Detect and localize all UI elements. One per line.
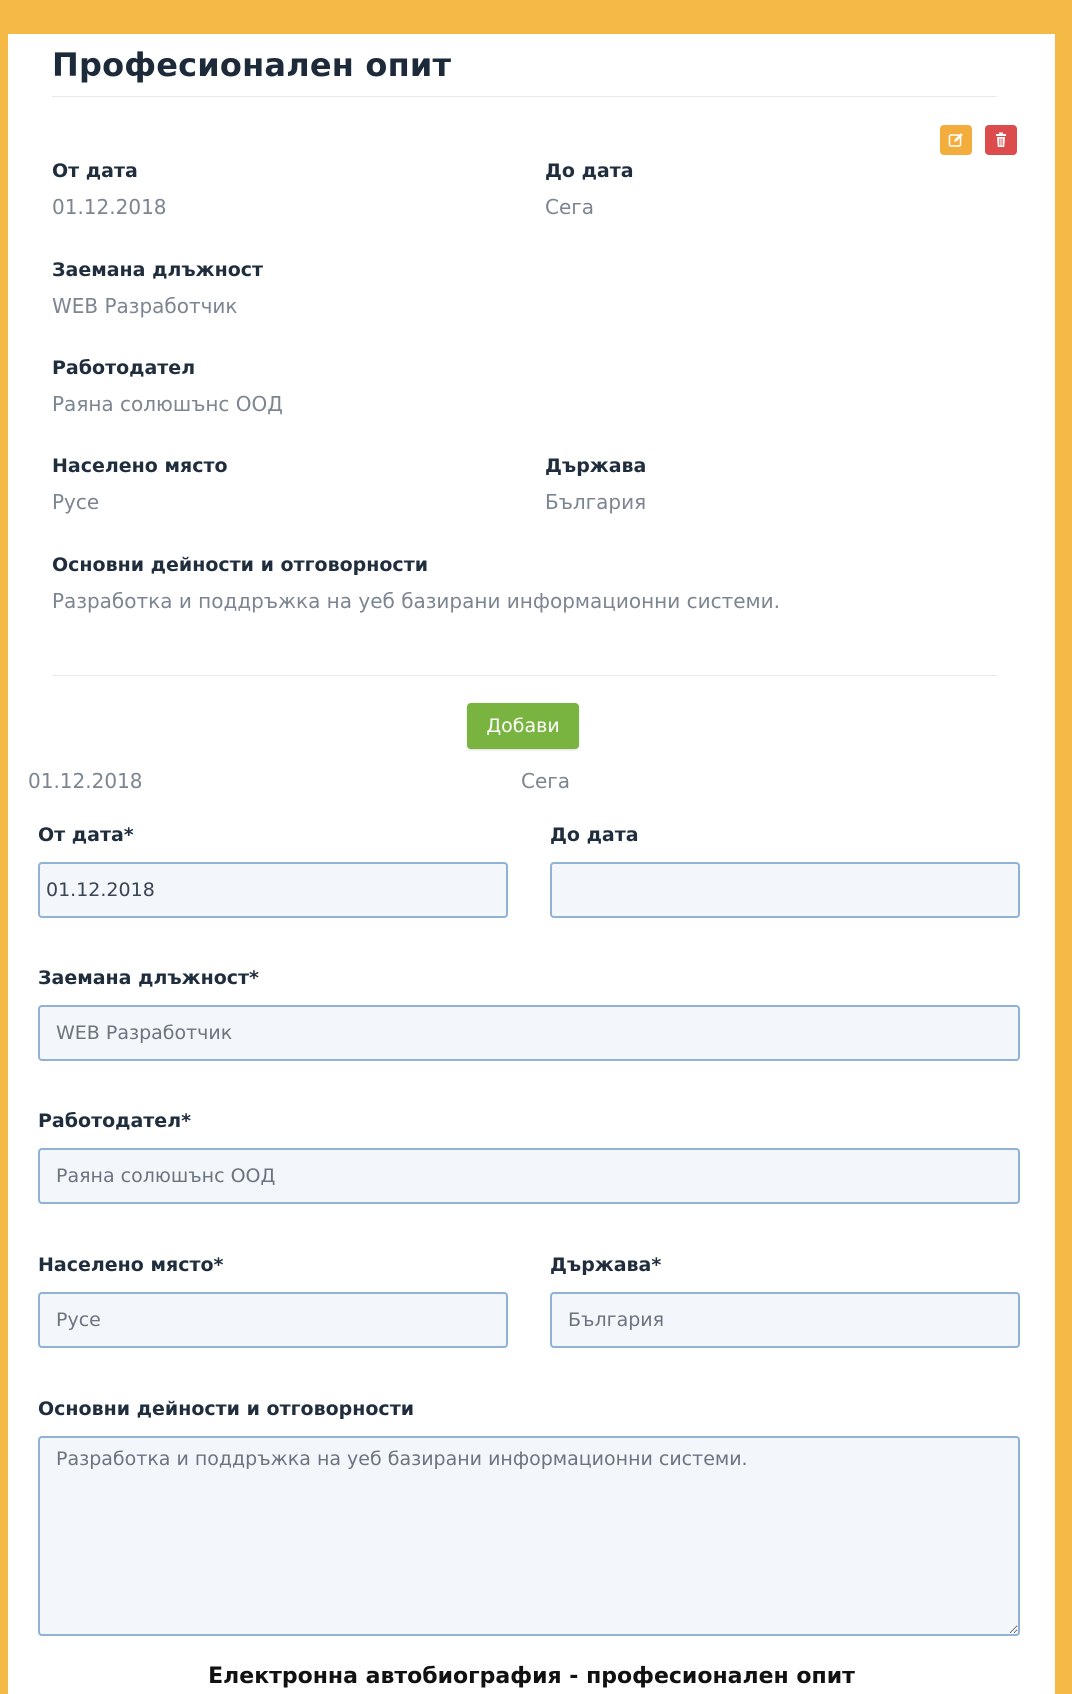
city-input[interactable] [38, 1292, 508, 1348]
from-date-label: От дата [52, 160, 138, 182]
form-city-label: Населено място* [38, 1254, 224, 1276]
employer-input[interactable] [38, 1148, 1020, 1204]
to-date-input[interactable] [550, 862, 1020, 918]
duties-value: Разработка и поддръжка на уеб базирани и… [52, 589, 780, 613]
from-date-input[interactable] [38, 862, 508, 918]
edit-button[interactable] [940, 125, 972, 155]
duties-label: Основни дейности и отговорности [52, 554, 429, 576]
to-date-label: До дата [545, 160, 634, 182]
employer-label: Работодател [52, 357, 196, 379]
position-input[interactable] [38, 1005, 1020, 1061]
preview-from-date: 01.12.2018 [28, 769, 143, 793]
from-date-value: 01.12.2018 [52, 195, 167, 219]
form-duties-label: Основни дейности и отговорности [38, 1398, 415, 1420]
title-divider [52, 96, 997, 97]
form-to-date-label: До дата [550, 824, 639, 846]
form-employer-label: Работодател* [38, 1110, 192, 1132]
position-value: WEB Разработчик [52, 294, 238, 318]
figure-caption: Електронна автобиография - професионален… [208, 1664, 855, 1689]
to-date-value: Сега [545, 195, 595, 219]
country-label: Държава [545, 455, 647, 477]
add-button[interactable]: Добави [467, 703, 579, 749]
city-value: Русе [52, 490, 100, 514]
record-divider [52, 675, 997, 676]
country-input[interactable] [550, 1292, 1020, 1348]
form-from-date-label: От дата* [38, 824, 134, 846]
form-position-label: Заемана длъжност* [38, 967, 259, 989]
duties-textarea[interactable]: Разработка и поддръжка на уеб базирани и… [38, 1436, 1020, 1636]
trash-icon [996, 132, 1006, 147]
delete-button[interactable] [985, 125, 1017, 155]
edit-icon [948, 133, 963, 147]
city-label: Населено място [52, 455, 228, 477]
country-value: България [545, 490, 647, 514]
form-country-label: Държава* [550, 1254, 662, 1276]
record-actions [940, 125, 1017, 155]
preview-to-date: Сега [521, 769, 571, 793]
position-label: Заемана длъжност [52, 259, 264, 281]
page-title: Професионален опит [52, 46, 452, 84]
experience-card: Професионален опит От дата 01.12.2018 До… [8, 34, 1055, 1694]
employer-value: Раяна солюшънс ООД [52, 392, 283, 416]
